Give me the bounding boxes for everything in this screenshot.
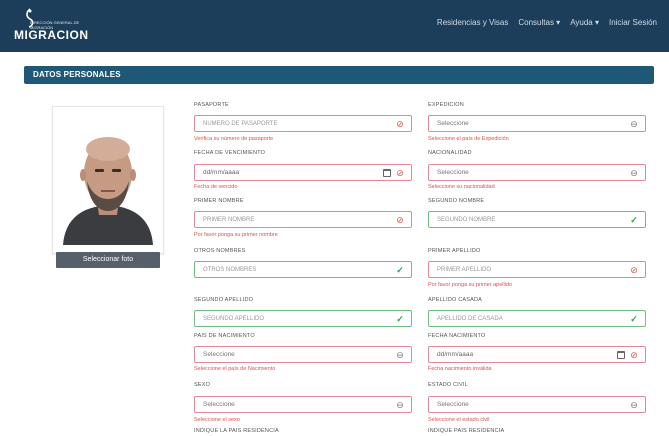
pais-nacimiento-error: Seleccione el país de Nacimiento: [194, 366, 276, 372]
otros-nombres-placeholder: OTROS NOMBRES: [203, 267, 257, 273]
nacionalidad-select[interactable]: Seleccione ⊖: [428, 164, 646, 181]
segundo-apellido-placeholder: SEGUNDO APELLIDO: [203, 316, 265, 322]
check-icon: ✓: [396, 265, 404, 275]
pasaporte-label: PASAPORTE: [194, 102, 229, 108]
expedicion-value: Seleccione: [437, 120, 469, 127]
top-navbar: DIRECCIÓN GENERAL DE MIGRACIÓN MIGRACION…: [0, 0, 669, 52]
expedicion-error: Seleccione el país de Expedición: [428, 136, 509, 142]
apellido-casada-placeholder: APELLIDO DE CASADA: [437, 316, 503, 322]
calendar-icon[interactable]: [383, 169, 391, 177]
nav-link-residencias[interactable]: Residencias y Visas: [437, 18, 508, 27]
expedicion-select[interactable]: Seleccione ⊖: [428, 115, 646, 132]
error-icon: ⊘: [630, 350, 638, 360]
apellido-casada-input[interactable]: APELLIDO DE CASADA ✓: [428, 310, 646, 327]
estado-civil-label: ESTADO CIVIL: [428, 382, 468, 388]
fecha-vencimiento-label: FECHA DE VENCIMIENTO: [194, 150, 266, 156]
chevron-down-icon: ⊖: [630, 119, 638, 129]
estado-civil-value: Seleccione: [437, 401, 469, 408]
check-icon: ✓: [630, 314, 638, 324]
fecha-nacimiento-label: FECHA NACIMIENTO: [428, 333, 486, 339]
sexo-label: SEXO: [194, 382, 211, 388]
primer-nombre-placeholder: PRIMER NOMBRE: [203, 217, 255, 223]
pais-nacimiento-select[interactable]: Seleccione ⊖: [194, 346, 412, 363]
check-icon: ✓: [396, 314, 404, 324]
nacionalidad-label: NACIONALIDAD: [428, 150, 472, 156]
fecha-nacimiento-error: Fecha nacimiento inválida: [428, 366, 492, 372]
primer-nombre-label: PRIMER NOMBRE: [194, 198, 244, 204]
segundo-apellido-input[interactable]: SEGUNDO APELLIDO ✓: [194, 310, 412, 327]
calendar-icon[interactable]: [617, 351, 625, 359]
segundo-nombre-label: SEGUNDO NOMBRE: [428, 198, 485, 204]
nacionalidad-value: Seleccione: [437, 169, 469, 176]
primer-apellido-placeholder: PRIMER APELLIDO: [437, 267, 492, 273]
segundo-apellido-label: SEGUNDO APELLIDO: [194, 297, 254, 303]
pais-nacimiento-value: Seleccione: [203, 351, 235, 358]
error-icon: ⊘: [396, 119, 404, 129]
estado-civil-error: Seleccione el estado civil: [428, 417, 490, 423]
fecha-nacimiento-value: dd/mm/aaaa: [437, 351, 474, 358]
person-photo-icon: [57, 111, 159, 245]
primer-apellido-label: PRIMER APELLIDO: [428, 248, 481, 254]
fecha-vencimiento-input[interactable]: dd/mm/aaaa ⊘: [194, 164, 412, 181]
primer-nombre-input[interactable]: PRIMER NOMBRE ⊘: [194, 211, 412, 228]
select-photo-button[interactable]: Seleccionar foto: [56, 252, 160, 268]
error-icon: ⊘: [396, 168, 404, 178]
nacionalidad-error: Seleccione su nacionalidad: [428, 184, 495, 190]
chevron-down-icon: ⊖: [630, 168, 638, 178]
apellido-casada-label: APELLIDO CASADA: [428, 297, 483, 303]
fecha-vencimiento-error: Fecha de vencido: [194, 184, 238, 190]
nav-links: Residencias y Visas Consultas ▾ Ayuda ▾ …: [437, 18, 657, 27]
otros-nombres-input[interactable]: OTROS NOMBRES ✓: [194, 261, 412, 278]
nav-link-consultas[interactable]: Consultas ▾: [518, 18, 560, 27]
check-icon: ✓: [630, 215, 638, 225]
pasaporte-placeholder: NUMERO DE PASAPORTE: [203, 121, 278, 127]
section-header: DATOS PERSONALES: [24, 66, 654, 84]
segundo-nombre-placeholder: SEGUNDO NOMBRE: [437, 217, 496, 223]
nav-link-ayuda[interactable]: Ayuda ▾: [570, 18, 599, 27]
residencia-label-left: INDIQUE LA PAIS RESIDENCIA: [194, 428, 279, 434]
sexo-value: Seleccione: [203, 401, 235, 408]
otros-nombres-label: OTROS NOMBRES: [194, 248, 246, 254]
primer-nombre-error: Por favor ponga su primer nombre: [194, 232, 278, 238]
profile-photo: [57, 111, 159, 245]
pais-nacimiento-label: PAIS DE NACIMIENTO: [194, 333, 255, 339]
expedicion-label: EXPEDICION: [428, 102, 464, 108]
chevron-down-icon: ⊖: [630, 400, 638, 410]
error-icon: ⊘: [396, 215, 404, 225]
estado-civil-select[interactable]: Seleccione ⊖: [428, 396, 646, 413]
section-title: DATOS PERSONALES: [33, 70, 121, 79]
brand-title[interactable]: MIGRACION: [14, 28, 89, 42]
fecha-vencimiento-value: dd/mm/aaaa: [203, 169, 240, 176]
fecha-nacimiento-input[interactable]: dd/mm/aaaa ⊘: [428, 346, 646, 363]
chevron-down-icon: ⊖: [396, 350, 404, 360]
photo-card: [52, 106, 164, 254]
nav-link-iniciar-sesion[interactable]: Iniciar Sesión: [609, 18, 657, 27]
sexo-select[interactable]: Seleccione ⊖: [194, 396, 412, 413]
residencia-label-right: INDIQUE PAIS RESIDENCIA: [428, 428, 505, 434]
pasaporte-input[interactable]: NUMERO DE PASAPORTE ⊘: [194, 115, 412, 132]
sexo-error: Seleccione el sexo: [194, 417, 240, 423]
error-icon: ⊘: [630, 265, 638, 275]
segundo-nombre-input[interactable]: SEGUNDO NOMBRE ✓: [428, 211, 646, 228]
primer-apellido-input[interactable]: PRIMER APELLIDO ⊘: [428, 261, 646, 278]
chevron-down-icon: ⊖: [396, 400, 404, 410]
pasaporte-error: Verifica su número de pasaporte: [194, 136, 274, 142]
primer-apellido-error: Por favor ponga su primer apellido: [428, 282, 513, 288]
